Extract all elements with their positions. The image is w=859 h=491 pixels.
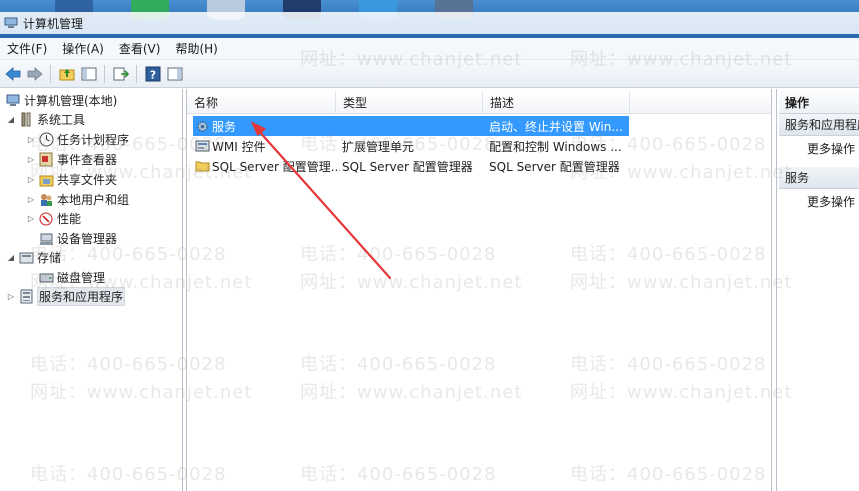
column-header-description[interactable]: 描述 — [483, 92, 630, 114]
device-manager-icon — [38, 231, 54, 247]
storage-icon — [18, 250, 34, 266]
expand-arrow-icon[interactable]: ▷ — [26, 135, 36, 144]
collapse-arrow-icon[interactable]: ◢ — [6, 253, 16, 262]
tree-item-disk-management[interactable]: 磁盘管理 — [36, 268, 105, 287]
list-cell-description: 启动、终止并设置 Win... — [489, 119, 623, 134]
list-cell-description: SQL Server 配置管理器 — [489, 159, 620, 174]
menu-action[interactable]: 操作(A) — [62, 40, 104, 57]
services-apps-icon — [18, 289, 34, 305]
tree-item-event-viewer[interactable]: ▷ 事件查看器 — [26, 150, 117, 169]
disk-icon — [38, 270, 54, 286]
list-cell-name: WMI 控件 — [195, 136, 340, 156]
menu-help[interactable]: 帮助(H) — [175, 40, 217, 57]
toolbar-separator — [136, 64, 137, 83]
toolbar: ? — [0, 60, 859, 88]
clock-icon — [38, 132, 54, 148]
help-icon[interactable]: ? — [143, 64, 162, 83]
tree-item-root[interactable]: 计算机管理(本地) — [3, 91, 117, 110]
tree-item-services-apps[interactable]: ▷ 服务和应用程序 — [6, 287, 126, 306]
expand-arrow-icon[interactable]: ▷ — [6, 292, 16, 301]
console-tree: 计算机管理(本地) ◢ 系统工具 ▷ 任务计划程序 ▷ 事件查看器 ▷ 共享文件… — [0, 89, 183, 491]
window-title-bar[interactable]: 计算机管理 — [0, 12, 859, 34]
tree-item-local-users[interactable]: ▷ 本地用户和组 — [26, 190, 129, 209]
tree-item-system-tools[interactable]: ◢ 系统工具 — [6, 110, 85, 129]
users-icon — [38, 192, 54, 208]
title-bar: 计算机管理 — [0, 0, 859, 38]
menu-bar: 文件(F) 操作(A) 查看(V) 帮助(H) — [0, 38, 859, 60]
expand-arrow-icon[interactable]: ▷ — [26, 175, 36, 184]
up-folder-icon[interactable] — [57, 64, 76, 83]
show-hide-action-pane-icon[interactable] — [165, 64, 184, 83]
more-actions-link[interactable]: 更多操作 — [807, 139, 855, 157]
folder-icon — [195, 159, 210, 173]
actions-section-services-apps[interactable]: 服务和应用程序 — [779, 114, 859, 136]
menu-view[interactable]: 查看(V) — [119, 40, 161, 57]
gear-icon — [195, 119, 210, 134]
expand-arrow-icon[interactable]: ▷ — [26, 155, 36, 164]
list-cell-type — [342, 116, 487, 136]
tools-icon — [18, 112, 34, 128]
shared-folder-icon — [38, 172, 54, 188]
computer-management-icon — [5, 93, 21, 109]
tree-item-shared-folders[interactable]: ▷ 共享文件夹 — [26, 170, 117, 189]
result-list-pane: 名称 类型 描述 服务 启动、终止并设置 Win... WMI 控件 扩展管理单… — [186, 89, 772, 491]
list-row-sql-server[interactable]: SQL Server 配置管理... SQL Server 配置管理器 SQL … — [193, 156, 633, 176]
window-title: 计算机管理 — [23, 16, 84, 31]
toolbar-separator — [104, 64, 105, 83]
forward-arrow-icon[interactable] — [25, 64, 44, 83]
column-header-name[interactable]: 名称 — [187, 92, 336, 114]
list-cell-type: SQL Server 配置管理器 — [342, 159, 473, 174]
tree-item-device-manager[interactable]: 设备管理器 — [36, 229, 117, 248]
tree-item-task-scheduler[interactable]: ▷ 任务计划程序 — [26, 130, 129, 149]
back-arrow-icon[interactable] — [3, 64, 22, 83]
list-cell-description: 配置和控制 Windows ... — [489, 139, 622, 154]
actions-section-services[interactable]: 服务 — [779, 167, 859, 189]
toolbar-separator — [50, 64, 51, 83]
list-row-wmi[interactable]: WMI 控件 扩展管理单元 配置和控制 Windows ... — [193, 136, 633, 156]
actions-pane: 操作 服务和应用程序 更多操作 服务 更多操作 — [776, 89, 859, 491]
computer-management-icon — [4, 17, 18, 29]
show-hide-console-tree-icon[interactable] — [79, 64, 98, 83]
list-row-services[interactable]: 服务 启动、终止并设置 Win... — [193, 116, 633, 136]
collapse-arrow-icon[interactable]: ◢ — [6, 115, 16, 124]
more-actions-link[interactable]: 更多操作 — [807, 192, 855, 210]
tree-item-storage[interactable]: ◢ 存储 — [6, 248, 61, 267]
performance-icon — [38, 211, 54, 227]
event-viewer-icon — [38, 152, 54, 168]
wmi-control-icon — [195, 139, 210, 154]
tree-item-performance[interactable]: ▷ 性能 — [26, 209, 81, 228]
expand-arrow-icon[interactable]: ▷ — [26, 214, 36, 223]
actions-header: 操作 — [779, 92, 859, 114]
export-list-icon[interactable] — [111, 64, 130, 83]
column-header-filler — [630, 92, 771, 114]
list-cell-name: 服务 — [195, 116, 340, 136]
menu-file[interactable]: 文件(F) — [7, 40, 47, 57]
list-cell-type: 扩展管理单元 — [342, 139, 415, 154]
list-cell-name: SQL Server 配置管理... — [195, 156, 340, 176]
column-header-type[interactable]: 类型 — [336, 92, 483, 114]
svg-text:?: ? — [149, 68, 155, 81]
expand-arrow-icon[interactable]: ▷ — [26, 195, 36, 204]
